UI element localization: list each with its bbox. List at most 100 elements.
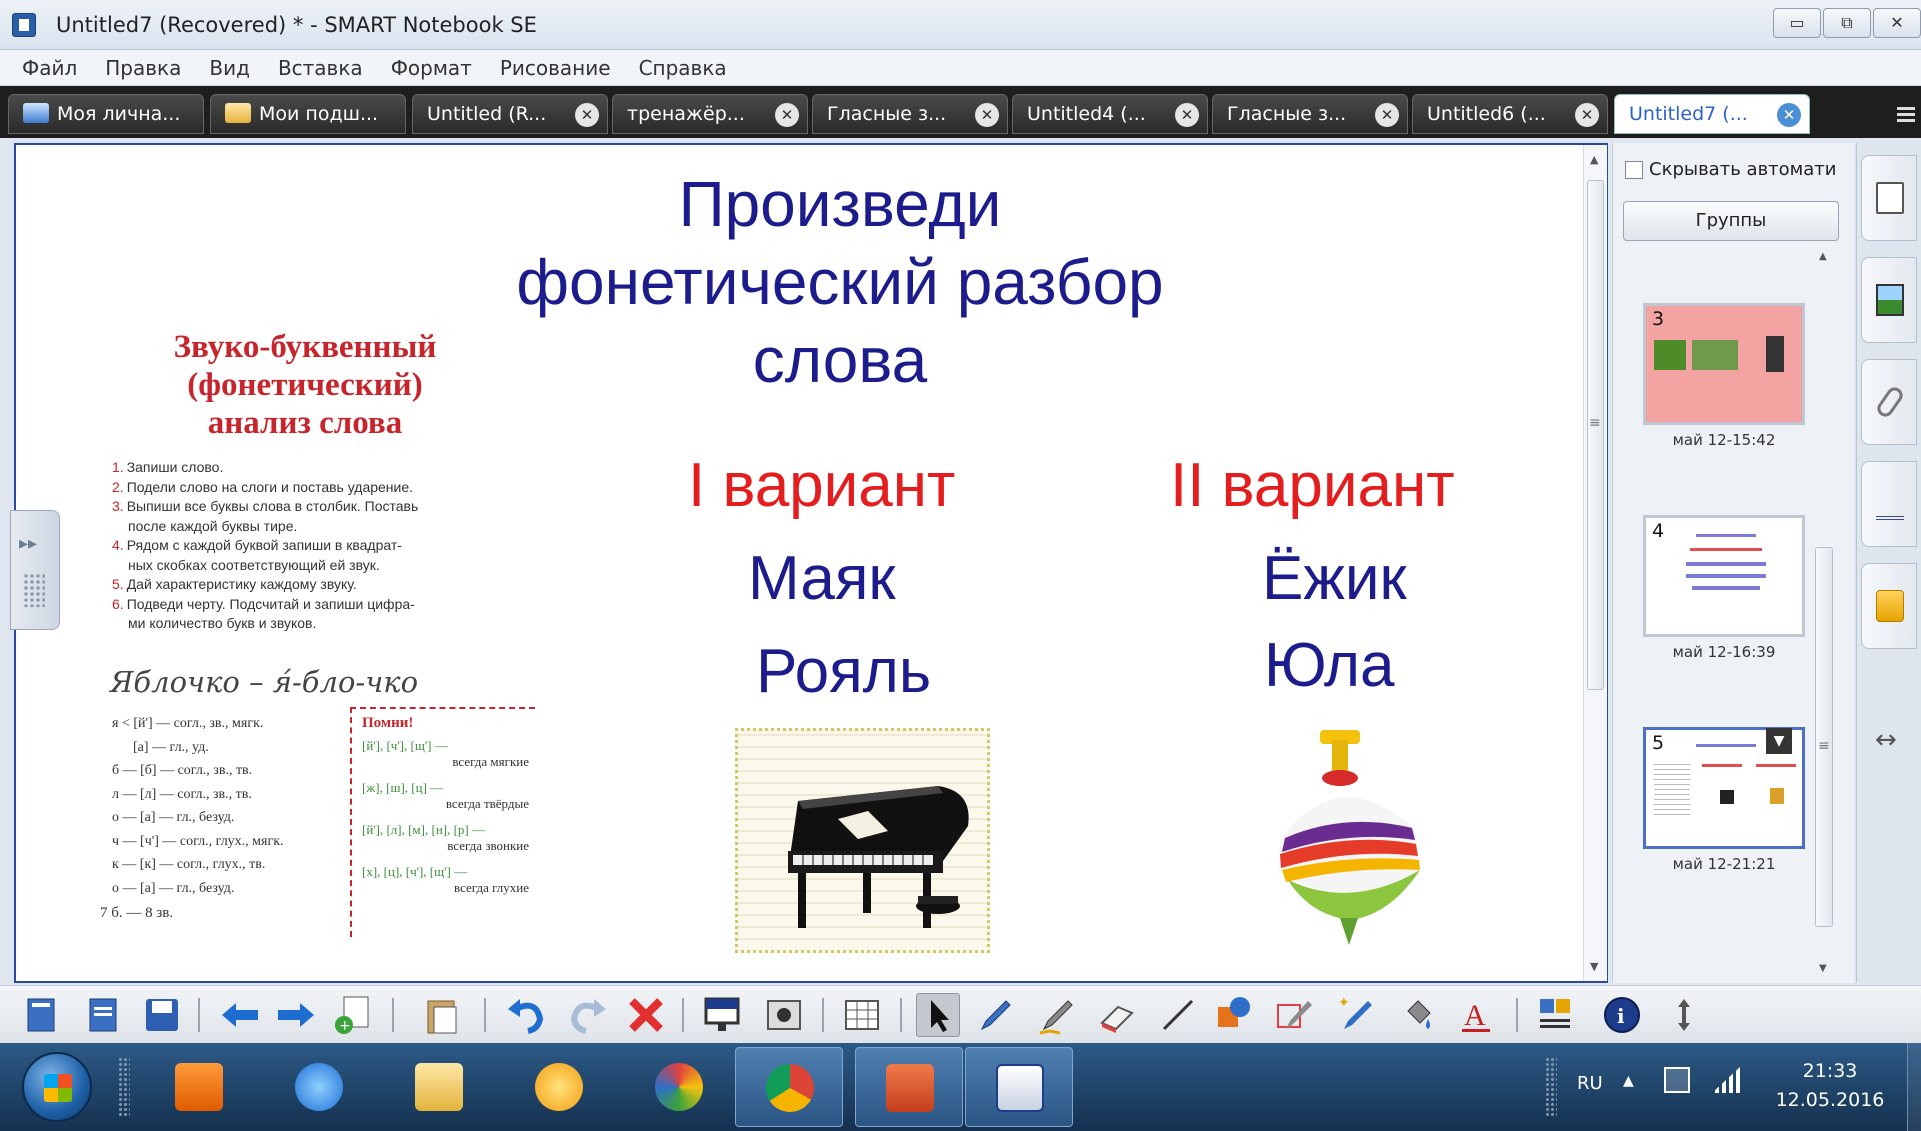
tab-glasnye-1[interactable]: Гласные з... ✕ bbox=[812, 94, 1008, 134]
variant2-word[interactable]: Ёжик bbox=[1262, 543, 1407, 614]
tab-untitled6[interactable]: Untitled6 (... ✕ bbox=[1412, 94, 1608, 134]
eraser-icon[interactable] bbox=[1096, 993, 1140, 1037]
start-button[interactable] bbox=[22, 1052, 92, 1122]
slide-title[interactable]: Произведи фонетический разбор слова bbox=[440, 165, 1240, 399]
show-hidden-icons-icon[interactable]: ▲ bbox=[1623, 1073, 1634, 1089]
shape-recognition-pen-icon[interactable] bbox=[1272, 993, 1316, 1037]
tab-untitled-r[interactable]: Untitled (R... ✕ bbox=[412, 94, 608, 134]
menu-format[interactable]: Формат bbox=[391, 56, 472, 80]
close-tab-icon[interactable]: ✕ bbox=[1175, 103, 1199, 127]
menu-draw[interactable]: Рисование bbox=[500, 56, 611, 80]
page-sorter-tab[interactable] bbox=[1861, 155, 1917, 241]
new-page-icon[interactable] bbox=[20, 993, 64, 1037]
scroll-up-arrow-icon[interactable]: ▲ bbox=[1590, 153, 1598, 166]
toolbar-move-icon[interactable] bbox=[1662, 993, 1706, 1037]
spinning-top-image[interactable] bbox=[1240, 720, 1470, 955]
thumbnail-menu-icon[interactable]: ▼ bbox=[1766, 728, 1792, 754]
taskbar-chrome[interactable] bbox=[735, 1047, 843, 1127]
menu-view[interactable]: Вид bbox=[209, 56, 250, 80]
creative-pen-icon[interactable] bbox=[1036, 993, 1080, 1037]
tab-trenazher[interactable]: тренажёр... ✕ bbox=[612, 94, 808, 134]
redo-icon[interactable] bbox=[566, 993, 610, 1037]
page-sorter-scrollbar[interactable]: ▲ ▼ bbox=[1813, 251, 1835, 976]
pen-tool-icon[interactable] bbox=[974, 993, 1018, 1037]
tab-my-gallery[interactable]: Моя лична... bbox=[8, 94, 204, 134]
show-desktop-button[interactable] bbox=[1907, 1043, 1921, 1131]
autohide-checkbox[interactable] bbox=[1625, 161, 1643, 179]
menu-help[interactable]: Справка bbox=[639, 56, 727, 80]
tab-untitled7-active[interactable]: Untitled7 (... ✕ bbox=[1614, 94, 1810, 134]
grand-piano-image[interactable] bbox=[735, 728, 990, 953]
variant1-word[interactable]: Рояль bbox=[756, 636, 931, 707]
scroll-up-arrow-icon[interactable]: ▲ bbox=[1819, 251, 1827, 262]
taskbar-paint[interactable] bbox=[625, 1047, 733, 1127]
menu-file[interactable]: Файл bbox=[22, 56, 77, 80]
addons-tab[interactable] bbox=[1861, 563, 1917, 649]
action-center-icon[interactable] bbox=[1664, 1067, 1690, 1093]
close-tab-icon[interactable]: ✕ bbox=[775, 103, 799, 127]
delete-icon[interactable] bbox=[624, 993, 668, 1037]
line-tool-icon[interactable] bbox=[1156, 993, 1200, 1037]
resize-arrows-icon[interactable]: ↔ bbox=[1875, 725, 1897, 755]
page-thumbnail[interactable]: 4 май 12-16:39 bbox=[1643, 515, 1805, 661]
close-button[interactable]: ✕ bbox=[1873, 8, 1921, 38]
taskbar-mail-app[interactable] bbox=[505, 1047, 613, 1127]
page-thumbnail[interactable]: 3 май 12-15:42 bbox=[1643, 303, 1805, 449]
close-tab-icon[interactable]: ✕ bbox=[975, 103, 999, 127]
screen-capture-icon[interactable] bbox=[762, 993, 806, 1037]
scroll-down-arrow-icon[interactable]: ▼ bbox=[1819, 963, 1827, 974]
variant1-heading[interactable]: I вариант bbox=[688, 450, 955, 521]
undo-icon[interactable] bbox=[504, 993, 548, 1037]
network-signal-icon[interactable] bbox=[1712, 1067, 1740, 1093]
smart-info-icon[interactable]: i bbox=[1600, 993, 1644, 1037]
add-page-icon[interactable]: + bbox=[330, 993, 374, 1037]
maximize-button[interactable]: ⧉ bbox=[1823, 8, 1871, 38]
close-tab-icon[interactable]: ✕ bbox=[1575, 103, 1599, 127]
fill-tool-icon[interactable] bbox=[1396, 993, 1440, 1037]
screen-shade-icon[interactable] bbox=[700, 993, 744, 1037]
attachments-tab[interactable] bbox=[1861, 359, 1917, 445]
canvas-vertical-scrollbar[interactable]: ▲ ≡ ▼ bbox=[1583, 145, 1607, 981]
properties-tab[interactable] bbox=[1861, 461, 1917, 547]
text-tool-icon[interactable]: A bbox=[1454, 993, 1498, 1037]
properties-icon bbox=[1876, 488, 1904, 520]
close-tab-icon[interactable]: ✕ bbox=[575, 103, 599, 127]
taskbar-explorer[interactable] bbox=[385, 1047, 493, 1127]
taskbar-media-app[interactable] bbox=[145, 1047, 253, 1127]
previous-page-icon[interactable] bbox=[218, 993, 262, 1037]
save-icon[interactable] bbox=[140, 993, 184, 1037]
variant2-heading[interactable]: II вариант bbox=[1170, 450, 1455, 521]
taskbar-internet-explorer[interactable] bbox=[265, 1047, 373, 1127]
minimize-button[interactable]: ▭ bbox=[1773, 8, 1821, 38]
taskbar-powerpoint[interactable] bbox=[855, 1047, 963, 1127]
system-clock[interactable]: 21:33 12.05.2016 bbox=[1770, 1057, 1890, 1115]
menu-insert[interactable]: Вставка bbox=[278, 56, 363, 80]
taskbar-smart-notebook[interactable] bbox=[965, 1047, 1073, 1127]
side-panel-toggle[interactable]: ▸▸ bbox=[10, 510, 60, 630]
gallery-tab[interactable] bbox=[1861, 257, 1917, 343]
magic-pen-icon[interactable]: ✦ bbox=[1334, 993, 1378, 1037]
shapes-tool-icon[interactable] bbox=[1212, 993, 1256, 1037]
close-tab-icon[interactable]: ✕ bbox=[1777, 103, 1801, 127]
menu-edit[interactable]: Правка bbox=[105, 56, 181, 80]
tab-list-menu-icon[interactable] bbox=[1897, 104, 1915, 122]
open-file-icon[interactable] bbox=[82, 993, 126, 1037]
page-thumbnail-selected[interactable]: 5 ▼ май 12-21:21 bbox=[1643, 727, 1805, 873]
next-page-icon[interactable] bbox=[274, 993, 318, 1037]
paste-icon[interactable] bbox=[420, 993, 464, 1037]
scrollbar-thumb[interactable] bbox=[1815, 547, 1833, 927]
language-indicator[interactable]: RU bbox=[1577, 1073, 1603, 1094]
phonetic-analysis-textbook-image[interactable]: Звуко-буквенный (фонетический) анализ сл… bbox=[100, 320, 550, 950]
tab-my-content[interactable]: Мои подш... bbox=[210, 94, 406, 134]
insert-table-icon[interactable] bbox=[840, 993, 884, 1037]
properties-toolbar-icon[interactable] bbox=[1534, 993, 1578, 1037]
scroll-down-arrow-icon[interactable]: ▼ bbox=[1590, 960, 1598, 973]
select-tool-icon[interactable] bbox=[916, 993, 960, 1037]
scrollbar-thumb[interactable] bbox=[1587, 180, 1604, 690]
close-tab-icon[interactable]: ✕ bbox=[1375, 103, 1399, 127]
groups-button[interactable]: Группы bbox=[1623, 201, 1839, 241]
tab-glasnye-2[interactable]: Гласные з... ✕ bbox=[1212, 94, 1408, 134]
variant1-word[interactable]: Маяк bbox=[748, 543, 896, 614]
variant2-word[interactable]: Юла bbox=[1264, 630, 1395, 701]
tab-untitled4[interactable]: Untitled4 (... ✕ bbox=[1012, 94, 1208, 134]
